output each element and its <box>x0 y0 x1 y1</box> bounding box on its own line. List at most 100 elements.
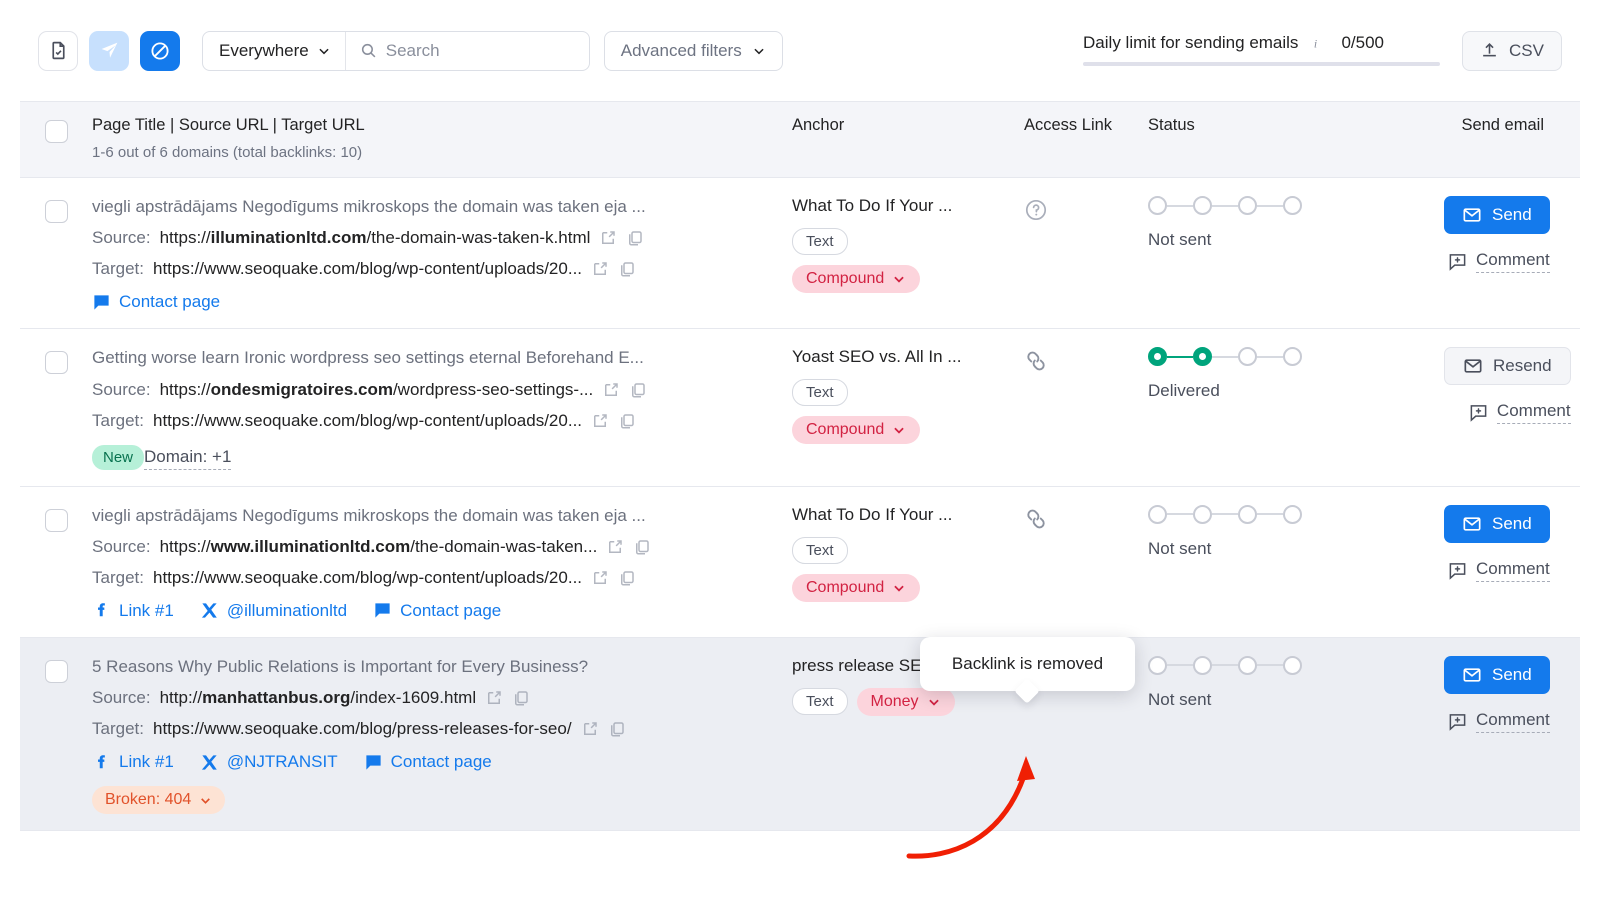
table-row[interactable]: 5 Reasons Why Public Relations is Import… <box>20 637 1580 831</box>
tooltip-text: Backlink is removed <box>951 654 1104 673</box>
access-link-cell <box>1024 347 1148 378</box>
row-select-checkbox[interactable] <box>44 659 68 683</box>
header-main-cell: Page Title | Source URL | Target URL 1-6… <box>92 116 792 161</box>
copy-icon-button[interactable] <box>608 720 626 738</box>
social-link[interactable]: Link #1 <box>92 601 174 621</box>
header-access-link: Access Link <box>1024 116 1113 134</box>
source-url-value[interactable]: http://manhattanbus.org/index-1609.html <box>160 688 477 708</box>
table-row[interactable]: viegli apstrādājams Negodīgums mikroskop… <box>20 178 1580 330</box>
target-url-line: Target: https://www.seoquake.com/blog/pre… <box>92 719 792 739</box>
target-url-value[interactable]: https://www.seoquake.com/blog/wp-content… <box>153 568 582 588</box>
social-link[interactable]: @NJTRANSIT <box>200 752 338 772</box>
status-label: Delivered <box>1148 381 1220 401</box>
send-button[interactable]: Send <box>1444 655 1550 694</box>
send-button[interactable]: Send <box>1444 504 1550 543</box>
source-url-value[interactable]: https://illuminationltd.com/the-domain-w… <box>160 228 591 248</box>
scope-select[interactable]: Everywhere <box>203 31 346 70</box>
copy-icon-button[interactable] <box>618 260 636 278</box>
row-select-cell <box>20 505 92 532</box>
social-links-row: Link #1 @illuminationltd Contact page <box>92 601 792 621</box>
comment-add-icon <box>1470 405 1487 422</box>
anchor-cell: What To Do If Your ... Text Compound <box>792 505 1024 602</box>
daily-limit-count: 0/500 <box>1341 33 1384 52</box>
anchor-category-chip[interactable]: Compound <box>792 573 921 602</box>
copy-icon-button[interactable] <box>633 538 651 556</box>
external-link-icon-button[interactable] <box>485 689 503 707</box>
broken-status-badge[interactable]: Broken: 404 <box>92 786 226 814</box>
status-step-dot <box>1283 655 1302 675</box>
social-link[interactable]: Contact page <box>373 601 501 621</box>
row-select-cell <box>20 347 92 375</box>
social-link[interactable]: @illuminationltd <box>200 601 347 621</box>
external-link-icon <box>594 413 607 427</box>
social-link[interactable]: Contact page <box>364 752 492 772</box>
comment-button[interactable]: Comment <box>1448 559 1550 582</box>
comment-button[interactable]: Comment <box>1448 250 1550 273</box>
search-input[interactable]: Search <box>346 32 589 70</box>
social-links-row: Link #1 @NJTRANSIT Contact page <box>92 752 792 772</box>
external-link-icon-button[interactable] <box>602 381 620 399</box>
anchor-category-chip[interactable]: Compound <box>792 265 921 293</box>
copy-icon <box>515 691 528 706</box>
access-link-status[interactable] <box>1024 347 1148 378</box>
results-count-label: 1-6 out of 6 domains (total backlinks: 1… <box>92 144 363 161</box>
row-select-checkbox[interactable] <box>44 508 68 532</box>
copy-icon-button[interactable] <box>512 689 530 707</box>
resend-button[interactable]: Resend <box>1444 347 1571 386</box>
status-connector <box>1257 355 1283 358</box>
status-step-dot <box>1148 347 1167 367</box>
source-url-line: Source: http://manhattanbus.org/index-160… <box>92 688 792 708</box>
comment-button[interactable]: Comment <box>1448 710 1550 733</box>
anchor-cell: Yoast SEO vs. All In ... Text Compound <box>792 347 1024 445</box>
comment-button[interactable]: Comment <box>1469 401 1571 425</box>
send-button-label: Send <box>1492 664 1532 684</box>
status-progress-track <box>1148 504 1444 524</box>
status-connector <box>1257 664 1283 667</box>
send-button[interactable]: Send <box>1444 196 1550 234</box>
source-url-value[interactable]: https://ondesmigratoires.com/wordpress-s… <box>160 380 594 400</box>
access-link-status[interactable] <box>1024 505 1148 536</box>
domain-more-link[interactable]: Domain: +1 <box>144 447 232 470</box>
status-step-dot <box>1193 347 1212 367</box>
send-emails-icon-button[interactable] <box>89 30 129 71</box>
document-check-icon-button[interactable] <box>38 30 78 71</box>
external-link-icon-button[interactable] <box>599 229 617 247</box>
target-url-value[interactable]: https://www.seoquake.com/blog/wp-content… <box>153 411 582 431</box>
advanced-filters-button[interactable]: Advanced filters <box>603 30 783 71</box>
anchor-category-chip[interactable]: Compound <box>792 416 921 445</box>
select-all-checkbox[interactable] <box>44 120 68 143</box>
copy-icon-button[interactable] <box>618 569 636 587</box>
row-select-checkbox[interactable] <box>44 200 68 223</box>
source-url-value[interactable]: https://www.illuminationltd.com/the-doma… <box>160 537 598 557</box>
target-url-value[interactable]: https://www.seoquake.com/blog/press-rele… <box>153 719 572 739</box>
access-link-status[interactable] <box>1024 196 1148 227</box>
status-step-dot <box>1283 196 1302 215</box>
export-csv-button[interactable]: CSV <box>1462 30 1562 71</box>
social-link[interactable]: Contact page <box>92 292 220 312</box>
anchor-cell: What To Do If Your ... Text Compound <box>792 196 1024 293</box>
copy-icon-button[interactable] <box>618 412 636 430</box>
copy-icon <box>621 413 634 428</box>
copy-icon-button[interactable] <box>629 381 647 399</box>
anchor-category-chip[interactable]: Money <box>856 687 955 716</box>
external-link-icon-button[interactable] <box>591 260 609 278</box>
chevron-down-red-icon <box>894 276 904 283</box>
table-row[interactable]: Getting worse learn Ironic wordpress seo… <box>20 329 1580 487</box>
status-step-dot <box>1238 196 1257 215</box>
external-link-icon-button[interactable] <box>591 412 609 430</box>
external-link-icon <box>583 722 597 735</box>
anchor-category-label: Compound <box>806 578 885 596</box>
row-select-checkbox[interactable] <box>44 351 68 375</box>
source-url-label: Source: <box>92 379 151 399</box>
social-link[interactable]: Link #1 <box>92 752 174 772</box>
row-main-cell: Getting worse learn Ironic wordpress seo… <box>92 347 792 470</box>
copy-icon-button[interactable] <box>626 229 644 247</box>
target-url-value[interactable]: https://www.seoquake.com/blog/wp-content… <box>153 259 582 279</box>
table-row[interactable]: viegli apstrādājams Negodīgums mikroskop… <box>20 486 1580 638</box>
external-link-icon-button[interactable] <box>581 720 599 738</box>
copy-icon <box>629 231 643 246</box>
external-link-icon-button[interactable] <box>591 569 609 587</box>
external-link-icon-button[interactable] <box>606 538 624 556</box>
blocked-filter-icon-button[interactable] <box>140 30 180 71</box>
info-icon[interactable]: i <box>1308 36 1323 51</box>
